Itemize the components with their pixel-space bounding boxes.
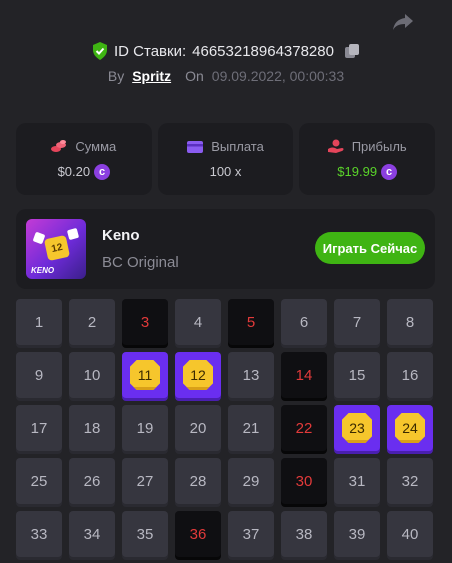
keno-cell[interactable]: 35 (122, 511, 168, 557)
keno-cell[interactable]: 13 (228, 352, 274, 398)
bc-coin-icon: c (94, 163, 111, 180)
keno-thumbnail[interactable]: 12 KENO (26, 219, 86, 279)
keno-cell-hit[interactable]: 24 (387, 405, 433, 451)
keno-cell[interactable]: 29 (228, 458, 274, 504)
keno-cell[interactable]: 33 (16, 511, 62, 557)
keno-cell[interactable]: 4 (175, 299, 221, 345)
keno-cell[interactable]: 28 (175, 458, 221, 504)
play-now-button[interactable]: Играть Сейчас (315, 232, 425, 264)
keno-cell[interactable]: 9 (16, 352, 62, 398)
on-label: On (185, 68, 204, 84)
keno-cell-hit[interactable]: 11 (122, 352, 168, 398)
keno-cell[interactable]: 8 (387, 299, 433, 345)
keno-cell[interactable]: 18 (69, 405, 115, 451)
gem-icon: 23 (342, 413, 372, 443)
keno-cell[interactable]: 10 (69, 352, 115, 398)
keno-cell-drawn[interactable]: 3 (122, 299, 168, 345)
keno-cell[interactable]: 17 (16, 405, 62, 451)
stat-payout-label: Выплата (211, 139, 264, 154)
keno-cell-drawn[interactable]: 30 (281, 458, 327, 504)
keno-cell-hit[interactable]: 12 (175, 352, 221, 398)
keno-cell[interactable]: 16 (387, 352, 433, 398)
keno-cell[interactable]: 20 (175, 405, 221, 451)
gem-icon: 24 (395, 413, 425, 443)
bet-stats: Сумма $0.20 c Выплата 100 x Прибыль $19.… (16, 123, 436, 195)
keno-cell[interactable]: 37 (228, 511, 274, 557)
keno-cell[interactable]: 32 (387, 458, 433, 504)
stat-profit-label: Прибыль (351, 138, 407, 154)
share-button[interactable] (390, 10, 416, 34)
stat-amount-label: Сумма (75, 138, 117, 154)
keno-cell-drawn[interactable]: 14 (281, 352, 327, 398)
stat-payout-value: 100 x (209, 164, 242, 179)
keno-cell[interactable]: 27 (122, 458, 168, 504)
keno-cell[interactable]: 2 (69, 299, 115, 345)
keno-cell[interactable]: 21 (228, 405, 274, 451)
copy-icon[interactable] (344, 43, 360, 59)
keno-cell-drawn[interactable]: 22 (281, 405, 327, 451)
user-link[interactable]: Spritz (132, 68, 171, 84)
bet-id-line: ID Ставки: 46653218964378280 (0, 40, 452, 62)
gem-icon: 12 (183, 360, 213, 390)
shield-check-icon (92, 42, 108, 60)
bc-coin-icon: c (381, 163, 398, 180)
keno-cell[interactable]: 40 (387, 511, 433, 557)
keno-cell[interactable]: 1 (16, 299, 62, 345)
keno-cell[interactable]: 31 (334, 458, 380, 504)
game-subtitle: BC Original (102, 254, 179, 271)
game-card: 12 KENO Keno BC Original Играть Сейчас (16, 209, 435, 289)
keno-cell[interactable]: 19 (122, 405, 168, 451)
keno-cell-drawn[interactable]: 5 (228, 299, 274, 345)
gem-icon: 11 (130, 360, 160, 390)
keno-cell[interactable]: 26 (69, 458, 115, 504)
keno-cell[interactable]: 15 (334, 352, 380, 398)
stat-amount-value: $0.20 (57, 164, 91, 179)
keno-cell[interactable]: 25 (16, 458, 62, 504)
bet-date: 09.09.2022, 00:00:33 (211, 68, 345, 84)
wallet-icon (187, 140, 204, 154)
stat-profit: Прибыль $19.99 c (299, 123, 436, 195)
coins-stack-icon (51, 139, 67, 153)
by-label: By (107, 68, 125, 84)
keno-cell[interactable]: 39 (334, 511, 380, 557)
stat-profit-value: $19.99 (337, 164, 378, 179)
game-name: Keno (102, 227, 140, 244)
bet-id-label: ID Ставки: (114, 42, 187, 60)
bet-id-value: 46653218964378280 (192, 42, 334, 60)
share-arrow-icon (392, 13, 414, 31)
bet-author-line: By Spritz On 09.09.2022, 00:00:33 (0, 66, 452, 86)
keno-cell[interactable]: 7 (334, 299, 380, 345)
keno-cell-hit[interactable]: 23 (334, 405, 380, 451)
keno-cell[interactable]: 6 (281, 299, 327, 345)
keno-cell-drawn[interactable]: 36 (175, 511, 221, 557)
thumbnail-ball: 12 (43, 234, 71, 262)
stat-payout: Выплата 100 x (157, 123, 294, 195)
keno-cell[interactable]: 34 (69, 511, 115, 557)
stat-amount: Сумма $0.20 c (16, 123, 152, 195)
keno-cell[interactable]: 38 (281, 511, 327, 557)
profit-hand-icon (327, 139, 344, 153)
keno-logo: KENO (31, 266, 55, 275)
